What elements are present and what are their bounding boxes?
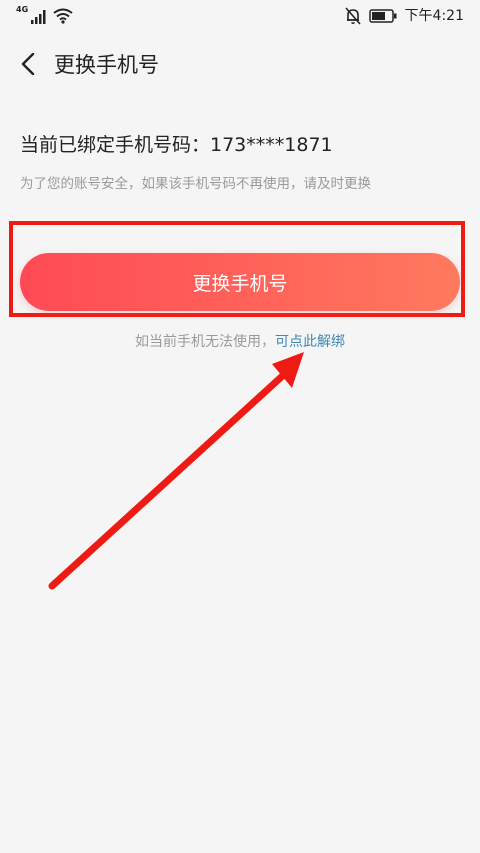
change-phone-button[interactable]: 更换手机号 [20, 253, 460, 311]
annotation-arrow [48, 352, 304, 590]
unbind-link[interactable]: 可点此解绑 [275, 334, 345, 350]
wifi-icon [53, 8, 73, 24]
header: 更换手机号 [0, 40, 480, 90]
status-left: 4G [16, 6, 73, 24]
page-title: 更换手机号 [54, 53, 159, 77]
status-right: 下午4:21 [344, 6, 464, 26]
back-button[interactable] [14, 50, 42, 78]
status-time: 下午4:21 [404, 8, 464, 24]
mute-bell-icon [344, 7, 361, 25]
battery-icon [368, 9, 397, 23]
help-line: 如当前手机无法使用，可点此解绑 [0, 332, 480, 352]
chevron-left-icon [21, 53, 35, 75]
security-notice: 为了您的账号安全，如果该手机号码不再使用，请及时更换 [20, 176, 371, 192]
network-type: 4G [16, 5, 29, 14]
status-bar: 4G 下午4:21 [0, 0, 480, 32]
help-text: 如当前手机无法使用， [135, 334, 275, 350]
signal-icon [31, 10, 46, 24]
bound-phone-text: 当前已绑定手机号码：173****1871 [20, 134, 333, 156]
